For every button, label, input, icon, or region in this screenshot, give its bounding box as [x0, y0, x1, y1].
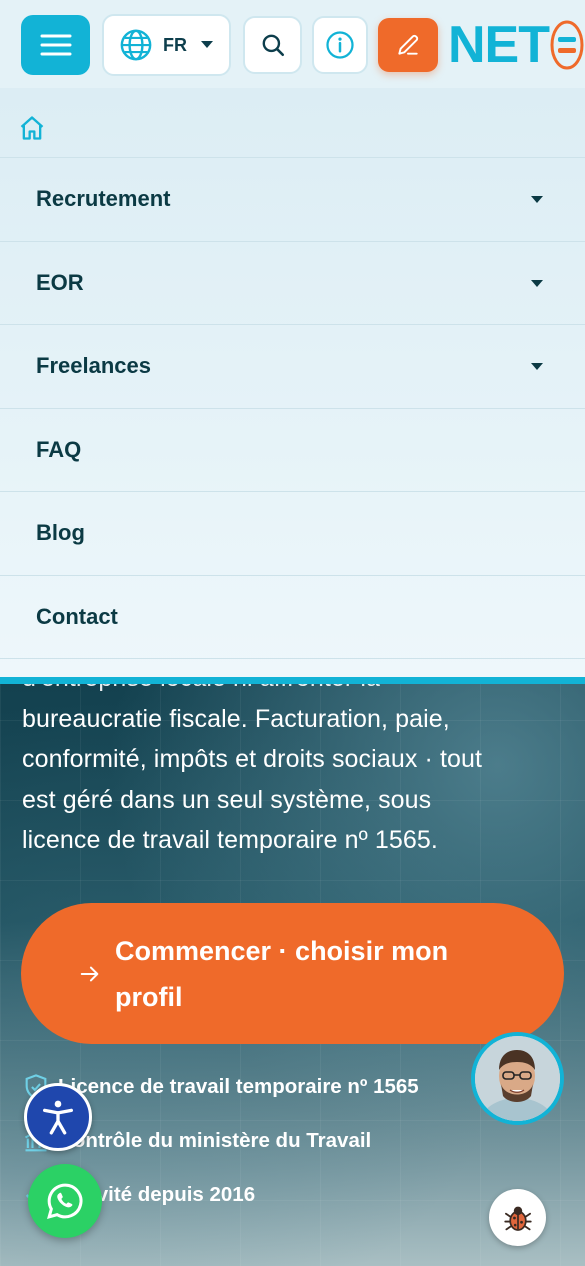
- accessibility-icon: [43, 1100, 74, 1135]
- caret-down-icon: [531, 363, 543, 370]
- top-header: FR NET: [0, 0, 585, 88]
- caret-down-icon: [201, 41, 213, 48]
- logo[interactable]: NET: [448, 14, 585, 76]
- language-code: FR: [163, 34, 187, 55]
- home-icon: [20, 116, 44, 140]
- hero-text-line: bureaucratie fiscale. Facturation, paie,: [22, 704, 450, 733]
- hero-text-line: conformité, impôts et droits sociaux · t…: [22, 745, 483, 773]
- globe-icon: [120, 29, 152, 61]
- info-icon: [326, 31, 354, 59]
- whatsapp-icon: [47, 1183, 83, 1219]
- mobile-nav-menu: Recrutement EOR Freelances FAQ Blog Cont…: [0, 88, 585, 678]
- search-icon: [262, 34, 284, 57]
- nav-item-faq[interactable]: FAQ: [0, 409, 585, 492]
- nav-item-recrutement[interactable]: Recrutement: [0, 158, 585, 242]
- nav-item-contact[interactable]: Contact: [0, 576, 585, 659]
- logo-text: NET: [448, 16, 550, 74]
- nav-item-label: Freelances: [36, 353, 151, 379]
- nav-item-label: Recrutement: [36, 186, 171, 212]
- accessibility-button[interactable]: [24, 1083, 92, 1151]
- logo-mark-icon: [550, 20, 584, 70]
- whatsapp-button[interactable]: [28, 1164, 102, 1238]
- hero-text-line: est géré dans un seul système, sous: [22, 785, 432, 814]
- nav-item-label: Blog: [36, 520, 85, 546]
- edit-button[interactable]: [378, 18, 438, 72]
- menu-icon: [40, 34, 71, 56]
- cta-label: Commencer · choisir mon profil: [115, 935, 449, 1012]
- bug-icon: [503, 1206, 532, 1231]
- feature-text: Contrôle du ministère du Travail: [58, 1129, 372, 1152]
- start-choose-profile-button[interactable]: Commencer · choisir mon profil: [21, 903, 564, 1044]
- nav-item-label: EOR: [36, 269, 84, 295]
- bug-report-button[interactable]: [489, 1189, 546, 1246]
- support-agent-avatar[interactable]: [471, 1032, 564, 1125]
- info-button[interactable]: [312, 16, 368, 74]
- feature-text: Licence de travail temporaire nº 1565: [58, 1075, 419, 1098]
- caret-down-icon: [531, 279, 543, 287]
- caret-down-icon: [531, 196, 543, 203]
- nav-item-label: Contact: [36, 603, 118, 629]
- search-button[interactable]: [243, 16, 302, 74]
- person-photo-icon: [475, 1036, 560, 1121]
- home-link[interactable]: [0, 88, 585, 158]
- nav-accent-bar: [0, 677, 585, 684]
- nav-item-freelances[interactable]: Freelances: [0, 325, 585, 409]
- nav-item-label: FAQ: [36, 436, 82, 462]
- hero-text-line: licence de travail temporaire nº 1565.: [22, 826, 438, 854]
- hero-description: d'entreprise locale ni affronter la bure…: [22, 658, 562, 861]
- nav-item-blog[interactable]: Blog: [0, 492, 585, 576]
- pencil-icon: [398, 34, 419, 55]
- arrow-right-icon: [80, 966, 99, 981]
- menu-button[interactable]: [21, 15, 90, 75]
- language-selector[interactable]: FR: [102, 14, 231, 76]
- nav-item-eor[interactable]: EOR: [0, 242, 585, 325]
